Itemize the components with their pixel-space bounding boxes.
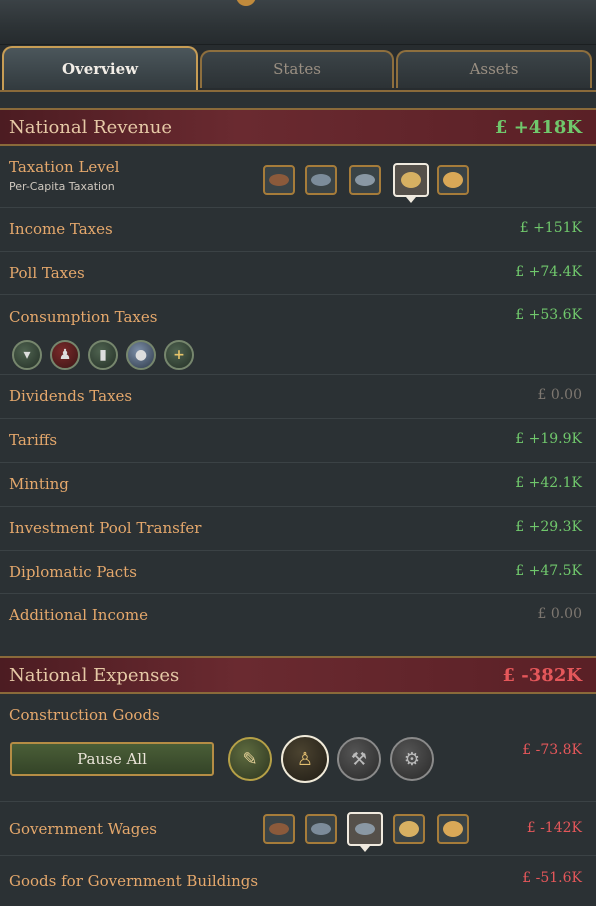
tab-states[interactable]: States (200, 50, 394, 88)
consumption-taxes-value: £ +53.6K (515, 307, 582, 323)
national-expenses-header: National Expenses £ -382K (0, 656, 596, 694)
low-tax-icon[interactable] (305, 165, 337, 195)
construction-goods-row: Pause All ✎ ♙ ⚒ ⚙ £ -73.8K (0, 720, 596, 802)
medium-tax-icon[interactable] (349, 165, 381, 195)
very-high-wage-icon[interactable] (437, 814, 469, 844)
diplomatic-pacts-row[interactable]: Diplomatic Pacts £ +47.5K (0, 551, 596, 594)
clothes-icon[interactable]: ♟ (50, 340, 80, 370)
steel-icon[interactable]: ⚙ (390, 737, 434, 781)
national-revenue-header: National Revenue £ +418K (0, 108, 596, 146)
income-taxes-value: £ +151K (519, 220, 582, 236)
investment-pool-row[interactable]: Investment Pool Transfer £ +29.3K (0, 507, 596, 551)
high-tax-icon[interactable] (393, 163, 429, 203)
very-low-wage-icon[interactable] (263, 814, 295, 844)
tab-overview[interactable]: Overview (2, 46, 198, 90)
goods-government-buildings-row[interactable]: Goods for Government Buildings £ -51.6K (0, 856, 596, 906)
pound-coin-icon (236, 0, 256, 6)
investment-pool-value: £ +29.3K (515, 519, 582, 535)
tariffs-row[interactable]: Tariffs £ +19.9K (0, 419, 596, 463)
overview-panel: National Revenue £ +418K Taxation Level … (0, 90, 596, 906)
goods-government-buildings-value: £ -51.6K (522, 870, 582, 886)
consumption-taxes-label: Consumption Taxes (9, 308, 158, 326)
poll-taxes-value: £ +74.4K (515, 264, 582, 280)
taxation-level-row: Taxation Level Per-Capita Taxation (0, 148, 596, 208)
dividends-taxes-row[interactable]: Dividends Taxes £ 0.00 (0, 375, 596, 419)
top-budget-strip (0, 0, 596, 45)
medium-wage-icon[interactable] (347, 812, 383, 852)
tools-icon[interactable]: ✎ (228, 737, 272, 781)
poll-taxes-row[interactable]: Poll Taxes £ +74.4K (0, 252, 596, 295)
selected-construction-icon[interactable]: ♙ (281, 735, 329, 783)
government-wages-value: £ -142K (526, 820, 582, 836)
dividends-taxes-value: £ 0.00 (537, 387, 582, 403)
taxation-level-label: Taxation Level (9, 158, 120, 176)
goods-government-buildings-label: Goods for Government Buildings (9, 872, 259, 890)
iron-icon[interactable]: ⚒ (337, 737, 381, 781)
national-expenses-amount: £ -382K (502, 665, 582, 686)
income-taxes-label: Income Taxes (9, 220, 113, 238)
additional-income-row[interactable]: Additional Income £ 0.00 (0, 594, 596, 654)
add-consumption-tax-icon[interactable]: + (164, 340, 194, 370)
government-wages-label: Government Wages (9, 820, 157, 838)
construction-goods-label-row: Construction Goods (0, 696, 596, 724)
diplomatic-pacts-value: £ +47.5K (515, 563, 582, 579)
grain-icon[interactable]: ▾ (12, 340, 42, 370)
pause-all-button[interactable]: Pause All (10, 742, 214, 776)
construction-goods-value: £ -73.8K (522, 742, 582, 758)
investment-pool-label: Investment Pool Transfer (9, 519, 202, 537)
tab-assets[interactable]: Assets (396, 50, 592, 88)
national-revenue-title: National Revenue (9, 117, 172, 138)
tariffs-label: Tariffs (9, 431, 58, 449)
government-wages-row: Government Wages £ -142K (0, 802, 596, 856)
minting-row[interactable]: Minting £ +42.1K (0, 463, 596, 507)
porcelain-icon[interactable]: ● (126, 340, 156, 370)
national-revenue-amount: £ +418K (494, 117, 582, 138)
dividends-taxes-label: Dividends Taxes (9, 387, 133, 405)
diplomatic-pacts-label: Diplomatic Pacts (9, 563, 137, 581)
income-taxes-row[interactable]: Income Taxes £ +151K (0, 208, 596, 252)
budget-tabs: Overview States Assets (2, 46, 594, 90)
high-wage-icon[interactable] (393, 814, 425, 844)
additional-income-value: £ 0.00 (537, 606, 582, 622)
low-wage-icon[interactable] (305, 814, 337, 844)
additional-income-label: Additional Income (9, 606, 148, 624)
very-high-tax-icon[interactable] (437, 165, 469, 195)
minting-value: £ +42.1K (515, 475, 582, 491)
poll-taxes-label: Poll Taxes (9, 264, 85, 282)
minting-label: Minting (9, 475, 69, 493)
tariffs-value: £ +19.9K (515, 431, 582, 447)
taxation-level-sublabel: Per-Capita Taxation (9, 180, 115, 193)
very-low-tax-icon[interactable] (263, 165, 295, 195)
national-expenses-title: National Expenses (9, 665, 180, 686)
liquor-icon[interactable]: ▮ (88, 340, 118, 370)
consumption-taxes-row[interactable]: Consumption Taxes £ +53.6K ▾ ♟ ▮ ● + (0, 295, 596, 375)
